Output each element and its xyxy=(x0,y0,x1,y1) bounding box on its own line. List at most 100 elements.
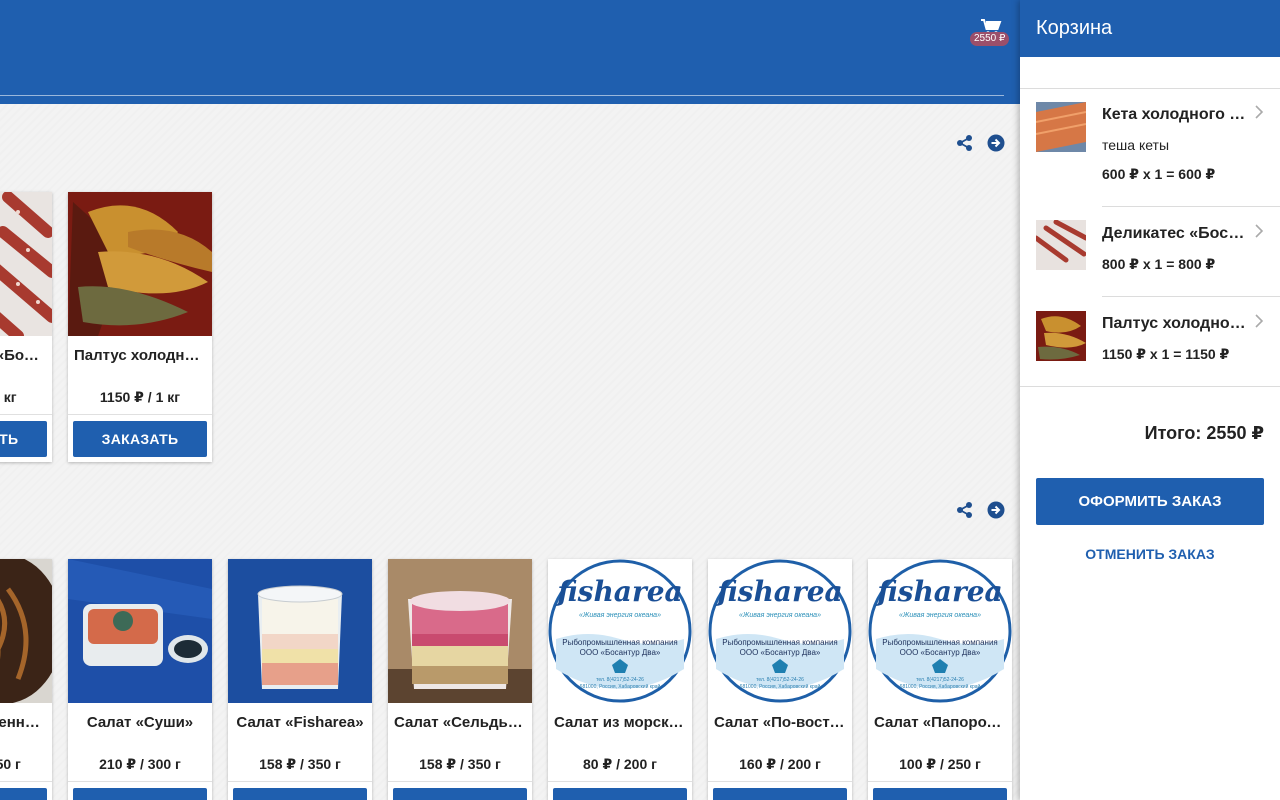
product-price: 158 ₽ / 350 г xyxy=(259,756,341,772)
product-image[interactable] xyxy=(388,559,532,703)
svg-text:тел. 8(4217)52-24-26: тел. 8(4217)52-24-26 xyxy=(596,677,644,683)
cart-item-calc: 800 ₽ x 1 = 800 ₽ xyxy=(1102,256,1216,272)
product-card: fisharea «Живая энергия океана» Рыбопром… xyxy=(868,559,1012,800)
product-card: Салат «Суши» 210 ₽ / 300 г ЗАКАЗАТЬ xyxy=(68,559,212,800)
cart-button[interactable]: 2550 ₽ xyxy=(968,14,1016,54)
product-name: Салат «Папоротник» xyxy=(874,714,1006,731)
card-divider xyxy=(68,414,212,415)
svg-text:ООО «Босантур Два»: ООО «Босантур Два» xyxy=(900,648,981,657)
cart-sidebar: Корзина Кета холодного копчения теша кет… xyxy=(1020,0,1280,800)
product-image[interactable] xyxy=(0,192,52,336)
cart-divider xyxy=(1020,386,1280,387)
order-button[interactable]: ЗАКАЗАТЬ xyxy=(0,788,47,800)
svg-text:fisharea: fisharea xyxy=(715,575,842,608)
order-button[interactable]: ЗАКАЗАТЬ xyxy=(0,421,47,457)
product-image[interactable]: fisharea «Живая энергия океана» Рыбопром… xyxy=(708,559,852,703)
share-icon[interactable] xyxy=(956,501,974,519)
svg-text:Рыбопромышленная компания: Рыбопромышленная компания xyxy=(882,638,998,647)
card-divider xyxy=(228,781,372,782)
fisharea-logo: fisharea «Живая энергия океана» Рыбопром… xyxy=(708,559,852,703)
catalog-area: 2550 ₽ Боса кг ТЬ Палтус холодного 1150 … xyxy=(0,0,1020,800)
cart-item[interactable]: Кета холодного копчения теша кеты 600 ₽ … xyxy=(1020,89,1280,206)
product-price: 100 ₽ / 250 г xyxy=(899,756,981,772)
product-price: 800 ₽ / 1 кг xyxy=(0,389,17,405)
product-image[interactable] xyxy=(68,559,212,703)
fisharea-logo: fisharea «Живая энергия океана» Рыбопром… xyxy=(868,559,1012,703)
fisharea-logo: fisharea «Живая энергия океана» Рыбопром… xyxy=(548,559,692,703)
product-name: Салат из морской капусты xyxy=(554,714,686,731)
top-bar: 2550 ₽ xyxy=(0,0,1020,104)
cart-item-variant: теша кеты xyxy=(1102,137,1170,153)
card-divider xyxy=(708,781,852,782)
svg-text:«Живая энергия океана»: «Живая энергия океана» xyxy=(579,612,661,619)
card-divider xyxy=(68,781,212,782)
cart-item-name: Палтус холодного копчения xyxy=(1102,315,1252,332)
product-price: 160 ₽ / 200 г xyxy=(739,756,821,772)
product-card: Палтус холодного копчения 1150 ₽ / 1 кг … xyxy=(68,192,212,462)
svg-text:Рыбопромышленная компания: Рыбопромышленная компания xyxy=(722,638,838,647)
cancel-order-button[interactable]: ОТМЕНИТЬ ЗАКАЗ xyxy=(1036,546,1264,562)
cart-item-calc: 1150 ₽ x 1 = 1150 ₽ xyxy=(1102,346,1230,362)
cart-item-calc: 600 ₽ x 1 = 600 ₽ xyxy=(1102,166,1216,182)
card-divider xyxy=(0,781,52,782)
product-card: Салат «Весенний» 150 ₽ / 250 г ЗАКАЗАТЬ xyxy=(0,559,52,800)
product-image[interactable] xyxy=(228,559,372,703)
cart-title: Корзина xyxy=(1036,17,1113,39)
section-actions xyxy=(956,501,1016,521)
svg-text:Рыбопромышленная компания: Рыбопромышленная компания xyxy=(562,638,678,647)
cart-item-name: Деликатес «Босантур» xyxy=(1102,225,1252,242)
order-button[interactable]: ЗАКАЗАТЬ xyxy=(553,788,687,800)
product-price: 1150 ₽ / 1 кг xyxy=(99,389,181,405)
cart-total: Итого: 2550 ₽ xyxy=(1144,423,1264,443)
cart-item[interactable]: Палтус холодного копчения 1150 ₽ x 1 = 1… xyxy=(1020,297,1280,385)
card-divider xyxy=(548,781,692,782)
svg-text:fisharea: fisharea xyxy=(555,575,682,608)
header-divider xyxy=(0,95,1004,96)
product-image[interactable] xyxy=(68,192,212,336)
svg-text:ООО «Босантур Два»: ООО «Босантур Два» xyxy=(580,648,661,657)
product-name: Деликатес «Босантур» xyxy=(0,347,46,364)
product-price: 210 ₽ / 300 г xyxy=(99,756,181,772)
order-button[interactable]: ЗАКАЗАТЬ xyxy=(713,788,847,800)
svg-text:ООО «Босантур Два»: ООО «Босантур Два» xyxy=(740,648,821,657)
svg-text:тел. 8(4217)52-24-26: тел. 8(4217)52-24-26 xyxy=(916,677,964,683)
card-divider xyxy=(388,781,532,782)
svg-text:«Живая энергия океана»: «Живая энергия океана» xyxy=(739,612,821,619)
cart-item-name: Кета холодного копчения xyxy=(1102,106,1252,123)
order-button[interactable]: ЗАКАЗАТЬ xyxy=(73,421,207,457)
arrow-right-circle-icon[interactable] xyxy=(987,501,1005,519)
svg-text:тел. 8(4217)52-24-26: тел. 8(4217)52-24-26 xyxy=(756,677,804,683)
order-button[interactable]: ЗАКАЗАТЬ xyxy=(873,788,1007,800)
product-price: 158 ₽ / 350 г xyxy=(419,756,501,772)
chevron-right-icon xyxy=(1255,224,1264,238)
product-card: Салат «Сельдь под шубой» 158 ₽ / 350 г З… xyxy=(388,559,532,800)
cart-header: Корзина xyxy=(1020,0,1280,57)
order-button[interactable]: ЗАКАЗАТЬ xyxy=(393,788,527,800)
product-name: Салат «Весенний» xyxy=(0,714,46,731)
section-actions xyxy=(956,134,1016,154)
product-image[interactable]: fisharea «Живая энергия океана» Рыбопром… xyxy=(868,559,1012,703)
order-button[interactable]: ЗАКАЗАТЬ xyxy=(233,788,367,800)
order-button[interactable]: ЗАКАЗАТЬ xyxy=(73,788,207,800)
product-price: 150 ₽ / 250 г xyxy=(0,756,21,772)
svg-text:«Живая энергия океана»: «Живая энергия океана» xyxy=(899,612,981,619)
arrow-right-circle-icon[interactable] xyxy=(987,134,1005,152)
cart-item[interactable]: Деликатес «Босантур» 800 ₽ x 1 = 800 ₽ xyxy=(1020,207,1280,296)
share-icon[interactable] xyxy=(956,134,974,152)
product-card: Деликатес «Босантур» 800 ₽ / 1 кг ЗАКАЗА… xyxy=(0,192,52,462)
product-card: fisharea «Живая энергия океана» Рыбопром… xyxy=(708,559,852,800)
product-card: fisharea «Живая энергия океана» Рыбопром… xyxy=(548,559,692,800)
svg-text:681000, Россия, Хабаровский кр: 681000, Россия, Хабаровский край xyxy=(740,683,821,690)
product-name: Салат «Fisharea» xyxy=(236,714,364,731)
card-divider xyxy=(868,781,1012,782)
product-card: Салат «Fisharea» 158 ₽ / 350 г ЗАКАЗАТЬ xyxy=(228,559,372,800)
product-image[interactable] xyxy=(0,559,52,703)
cart-item-thumbnail xyxy=(1036,102,1086,152)
chevron-right-icon xyxy=(1255,314,1264,328)
svg-text:fisharea: fisharea xyxy=(875,575,1002,608)
svg-text:681000, Россия, Хабаровский кр: 681000, Россия, Хабаровский край xyxy=(580,683,661,690)
product-price: 80 ₽ / 200 г xyxy=(583,756,657,772)
checkout-button[interactable]: ОФОРМИТЬ ЗАКАЗ xyxy=(1036,478,1264,525)
product-image[interactable]: fisharea «Живая энергия океана» Рыбопром… xyxy=(548,559,692,703)
product-name: Салат «Суши» xyxy=(86,714,194,731)
